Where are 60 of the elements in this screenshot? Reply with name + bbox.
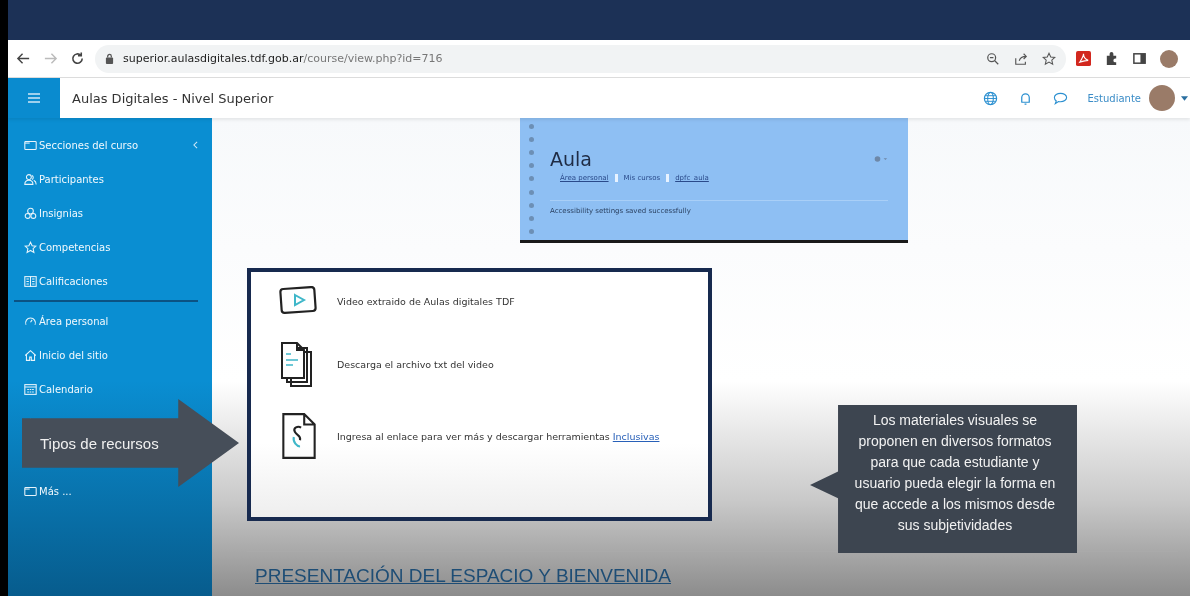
sidebar-item[interactable]: Calendario: [24, 382, 107, 396]
menu-icon: [28, 93, 40, 103]
chevron-icon[interactable]: [193, 141, 198, 149]
sidebar-item[interactable]: Calificaciones: [24, 274, 122, 288]
globe-icon[interactable]: [982, 90, 998, 106]
sidebar-item[interactable]: Insignias: [24, 206, 98, 220]
rail-icon[interactable]: [528, 176, 534, 182]
rail-icon[interactable]: [528, 137, 534, 143]
section-heading-link[interactable]: PRESENTACIÓN DEL ESPACIO Y BIENVENIDA: [255, 565, 671, 586]
rail-icon[interactable]: [528, 124, 534, 130]
resource-description: Video extraido de Aulas digitales TDF: [337, 295, 515, 307]
lock-icon: [105, 53, 114, 64]
video-play-icon: [279, 286, 319, 316]
breadcrumb-separator: [666, 174, 670, 182]
sidebar-item[interactable]: Competencias: [24, 240, 125, 254]
sidebar-item[interactable]: Secciones del curso: [24, 138, 212, 152]
share-icon[interactable]: [1014, 51, 1028, 66]
sidebar-item[interactable]: Más ...: [24, 484, 86, 498]
back-icon[interactable]: [16, 51, 31, 66]
sidebar-item[interactable]: Área personal: [24, 314, 123, 328]
sidebar-item-icon: [24, 172, 37, 186]
resource-description: Descarga el archivo txt del video: [337, 358, 494, 370]
star-icon[interactable]: [1042, 51, 1056, 66]
menu-button[interactable]: [8, 78, 60, 118]
caret-icon[interactable]: [1181, 95, 1188, 101]
sidebar-item-icon: [24, 484, 37, 498]
user-avatar[interactable]: [1149, 85, 1175, 111]
chat-icon[interactable]: [1052, 90, 1068, 106]
rail-icon[interactable]: [528, 228, 534, 234]
site-title[interactable]: Aulas Digitales - Nivel Superior: [72, 90, 274, 106]
sidebar-item-icon: [24, 274, 37, 288]
address-bar[interactable]: superior.aulasdigitales.tdf.gob.ar/course/view.php?id=716: [95, 44, 1066, 73]
sidebar-item-icon: [24, 138, 37, 152]
sidebar-item[interactable]: Inicio del sitio: [24, 348, 122, 362]
rail-icon[interactable]: [528, 202, 534, 208]
sidebar-item-icon: [24, 382, 37, 396]
zoom-out-icon[interactable]: [986, 51, 1000, 66]
rail-icon[interactable]: [528, 215, 534, 221]
sidebar-item-icon: [24, 314, 37, 328]
puzzle-icon[interactable]: [1104, 51, 1119, 66]
pdf-extension-icon[interactable]: [1076, 51, 1091, 66]
link-document-icon: [279, 412, 319, 460]
side-panel-icon[interactable]: [1132, 51, 1147, 66]
callout-bubble: Los materiales visuales se proponen en diversos formatos para que cada estudiante y usuario pueda elegir la forma en que accede a los mismos desde sus subjetividades: [810, 405, 1077, 553]
resource-description: Ingresa al enlace para ver más y descargar herramientas Inclusivas: [337, 430, 660, 442]
url-text: superior.aulasdigitales.tdf.gob.ar/course/view.php?id=716: [123, 52, 443, 65]
breadcrumb-separator: [614, 174, 618, 182]
gear-icon[interactable]: [874, 155, 888, 163]
rail-icon[interactable]: [528, 189, 534, 195]
page-title: Aula: [550, 148, 592, 170]
sidebar-item-icon: [24, 206, 37, 220]
sidebar-item-icon: [24, 240, 37, 254]
profile-avatar[interactable]: [1160, 49, 1178, 68]
sidebar-item-icon: [24, 348, 37, 362]
inclusive-tools-link[interactable]: Inclusivas: [612, 430, 660, 442]
rail-icon[interactable]: [528, 163, 534, 169]
rail-icon[interactable]: [528, 150, 534, 156]
user-name[interactable]: Estudiante: [1087, 92, 1141, 104]
sidebar-item[interactable]: Participantes: [24, 172, 118, 186]
reload-icon[interactable]: [70, 51, 85, 66]
